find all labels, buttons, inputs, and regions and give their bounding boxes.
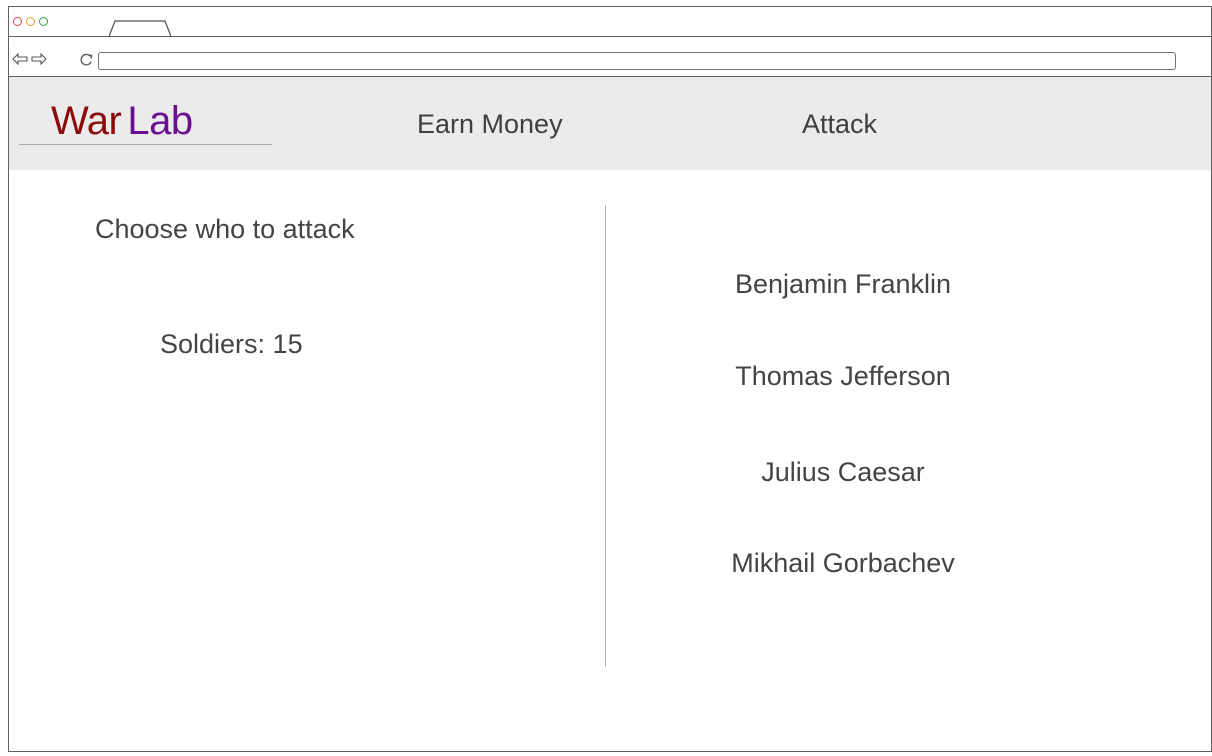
minimize-window-icon[interactable] [26,17,35,26]
choose-target-heading: Choose who to attack [95,214,355,244]
browser-window: War Lab Earn Money Attack Choose who to a… [8,6,1212,752]
logo[interactable]: War Lab [51,98,193,144]
target-mikhail-gorbachev[interactable]: Mikhail Gorbachev [731,547,955,579]
logo-lab: Lab [127,99,193,143]
target-benjamin-franklin[interactable]: Benjamin Franklin [735,268,951,300]
arrow-right-icon[interactable] [31,53,47,65]
logo-underline [19,144,272,145]
browser-tab[interactable] [109,20,171,37]
address-bar [9,37,1211,77]
nav-earn-money[interactable]: Earn Money [417,108,563,140]
maximize-window-icon[interactable] [39,17,48,26]
refresh-icon[interactable] [79,52,94,67]
site-header: War Lab Earn Money Attack [9,77,1211,170]
arrow-left-icon[interactable] [12,53,28,65]
target-julius-caesar[interactable]: Julius Caesar [761,456,925,488]
target-thomas-jefferson[interactable]: Thomas Jefferson [735,360,951,392]
nav-attack[interactable]: Attack [802,108,877,140]
tab-bar [9,7,1211,37]
panel-divider [605,205,606,667]
logo-war: War [51,99,122,143]
close-window-icon[interactable] [13,17,22,26]
soldiers-count: Soldiers: 15 [160,329,303,359]
url-input[interactable] [98,52,1176,70]
